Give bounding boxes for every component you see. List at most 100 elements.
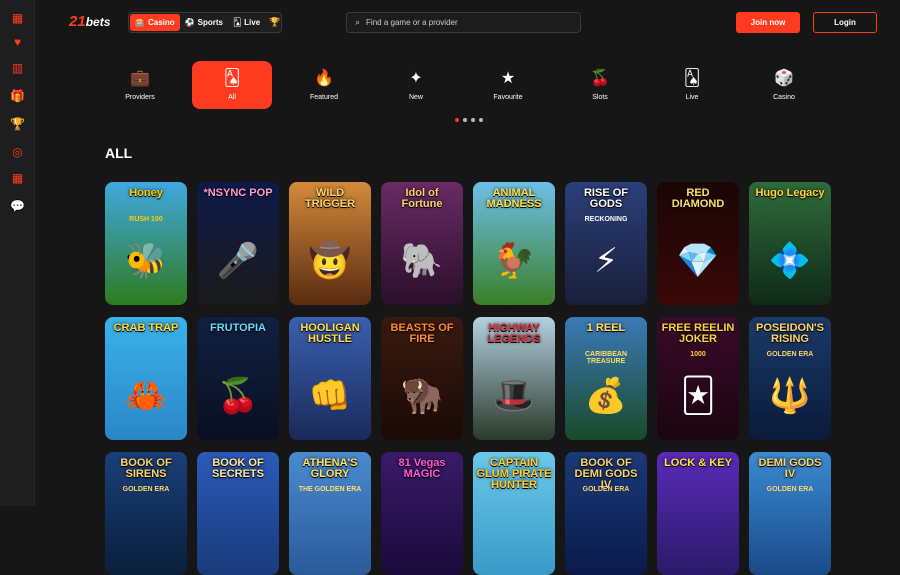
game-tile[interactable]: FRUTOPIA 🍒 <box>197 317 279 440</box>
logo[interactable]: 21 bets <box>69 13 110 30</box>
category-bar: 💼 Providers 🂡 All 🔥 Featured ✦ New ★ Favourite 🍒 Sl… <box>100 61 820 109</box>
search-icon: ⌕ <box>355 17 361 27</box>
game-tile[interactable]: BOOK OF SECRETS <box>197 452 279 575</box>
game-tile[interactable]: Hugo Legacy 💠 <box>749 182 831 305</box>
category-casino[interactable]: 🎲 Casino <box>744 61 824 109</box>
game-tile[interactable]: BOOK OF DEMI GODS IV GOLDEN ERA <box>565 452 647 575</box>
game-subtitle: RUSH 100 <box>129 216 163 223</box>
game-tile[interactable]: WILD TRIGGER 🤠 <box>289 182 371 305</box>
sidebar-item[interactable]: 🎁 <box>0 84 35 108</box>
game-subtitle: GOLDEN ERA <box>766 486 814 493</box>
logo-mark: 21 <box>69 13 86 30</box>
category-label: All <box>228 93 236 101</box>
sidebar-item[interactable]: ◎ <box>0 140 35 164</box>
game-tile[interactable]: Honey RUSH 100 🐝 <box>105 182 187 305</box>
category-icon: 🂡 <box>223 69 241 87</box>
game-art: 🦬 <box>400 377 444 415</box>
game-tile[interactable]: BOOK OF SIRENS GOLDEN ERA <box>105 452 187 575</box>
carousel-dot[interactable] <box>479 118 483 122</box>
game-tile[interactable]: RED DIAMOND 💎 <box>657 182 739 305</box>
category-label: Live <box>685 93 699 101</box>
chat-icon: 💬 <box>10 199 25 213</box>
slot-icon: 🎰 <box>135 18 145 27</box>
game-tile[interactable]: DEMI GODS IV GOLDEN ERA <box>749 452 831 575</box>
cards-icon: 🂡 <box>232 18 242 27</box>
game-tile[interactable]: 81 Vegas MAGIC <box>381 452 463 575</box>
game-tile[interactable]: CRAB TRAP 🦀 <box>105 317 187 440</box>
game-title: Hugo Legacy <box>755 187 825 199</box>
game-tile[interactable]: HIGHWAY LEGENDS 🎩 <box>473 317 555 440</box>
sidebar: ▦ ♥ ▥ 🎁 🏆 ◎ ▦ 💬 <box>0 0 35 506</box>
game-title: 81 Vegas MAGIC <box>398 457 446 480</box>
product-tabs: 🎰 Casino ⚽ Sports 🂡 Live 🏆 <box>128 12 282 33</box>
game-art: 💰 <box>584 377 628 415</box>
game-subtitle: RECKONING <box>584 216 628 223</box>
tab-label: Casino <box>147 18 175 27</box>
category-label: Casino <box>773 93 795 101</box>
game-art: 🦀 <box>124 377 168 415</box>
category-label: Providers <box>125 93 155 101</box>
top-bar: 21 bets 🎰 Casino ⚽ Sports 🂡 Live 🏆 ⌕ Joi… <box>35 0 900 44</box>
category-featured[interactable]: 🔥 Featured <box>284 61 364 109</box>
sidebar-item[interactable]: ▦ <box>0 166 35 190</box>
game-tile[interactable]: Idol of Fortune 🐘 <box>381 182 463 305</box>
game-tile[interactable]: LOCK & KEY <box>657 452 739 575</box>
game-tile[interactable]: BEASTS OF FIRE 🦬 <box>381 317 463 440</box>
category-icon: ★ <box>500 69 516 87</box>
tab-sports[interactable]: ⚽ Sports <box>180 14 228 31</box>
game-art: 🔱 <box>768 377 812 415</box>
sidebar-item[interactable]: ▦ <box>0 6 35 30</box>
game-tile[interactable]: HOOLIGAN HUSTLE 👊 <box>289 317 371 440</box>
category-providers[interactable]: 💼 Providers <box>100 61 180 109</box>
logo-word: bets <box>85 15 111 29</box>
tab-label: Sports <box>197 18 223 27</box>
category-new[interactable]: ✦ New <box>376 61 456 109</box>
sidebar-item[interactable]: 💬 <box>0 194 35 218</box>
search-bar[interactable]: ⌕ <box>346 12 581 33</box>
game-tile[interactable]: ATHENA'S GLORY THE GOLDEN ERA <box>289 452 371 575</box>
game-tile[interactable]: FREE REELIN JOKER 1000 🃏 <box>657 317 739 440</box>
game-tile[interactable]: *NSYNC POP 🎤 <box>197 182 279 305</box>
carousel-dot[interactable] <box>463 118 467 122</box>
game-title: WILD TRIGGER <box>304 187 356 210</box>
category-icon: 🔥 <box>314 69 334 87</box>
game-art: 🎤 <box>216 242 260 280</box>
building-icon: ▥ <box>11 61 24 75</box>
category-favourite[interactable]: ★ Favourite <box>468 61 548 109</box>
sidebar-item[interactable]: ▥ <box>0 56 35 80</box>
sidebar-item[interactable]: ♥ <box>0 30 35 54</box>
carousel-dot[interactable] <box>471 118 475 122</box>
game-title: ATHENA'S GLORY <box>302 457 358 480</box>
heart-icon: ♥ <box>13 35 22 49</box>
tab-casino[interactable]: 🎰 Casino <box>130 14 180 31</box>
join-now-button[interactable]: Join now <box>736 12 800 33</box>
category-slots[interactable]: 🍒 Slots <box>560 61 640 109</box>
game-art: 🤠 <box>308 242 352 280</box>
login-button[interactable]: Login <box>813 12 877 33</box>
game-title: RISE OF GODS <box>583 187 628 210</box>
category-live[interactable]: 🂡 Live <box>652 61 732 109</box>
game-subtitle: GOLDEN ERA <box>122 486 170 493</box>
search-input[interactable] <box>366 18 567 27</box>
category-all[interactable]: 🂡 All <box>192 61 272 109</box>
game-tile[interactable]: ANIMAL MADNESS 🐓 <box>473 182 555 305</box>
game-title: LOCK & KEY <box>664 457 732 469</box>
category-label: Featured <box>309 93 339 101</box>
category-icon: ✦ <box>409 69 423 87</box>
game-tile[interactable]: POSEIDON'S RISING GOLDEN ERA 🔱 <box>749 317 831 440</box>
section-title: ALL <box>105 145 133 161</box>
carousel-dot[interactable] <box>455 118 459 122</box>
game-art: 💠 <box>768 242 812 280</box>
trophy-icon[interactable]: 🏆 <box>265 17 284 28</box>
tab-live[interactable]: 🂡 Live <box>228 14 265 31</box>
game-title: DEMI GODS IV <box>758 457 822 480</box>
game-tile[interactable]: CAPTAIN GLUM PIRATE HUNTER <box>473 452 555 575</box>
game-tile[interactable]: RISE OF GODS RECKONING ⚡ <box>565 182 647 305</box>
dashboard-icon: ▦ <box>11 11 24 25</box>
gift-icon: 🎁 <box>10 89 25 103</box>
tab-label: Live <box>244 18 261 27</box>
sidebar-item[interactable]: 🏆 <box>0 112 35 136</box>
game-art: 🃏 <box>680 377 716 415</box>
game-tile[interactable]: 1 REEL CARIBBEAN TREASURE 💰 <box>565 317 647 440</box>
game-title: RED DIAMOND <box>671 187 725 210</box>
